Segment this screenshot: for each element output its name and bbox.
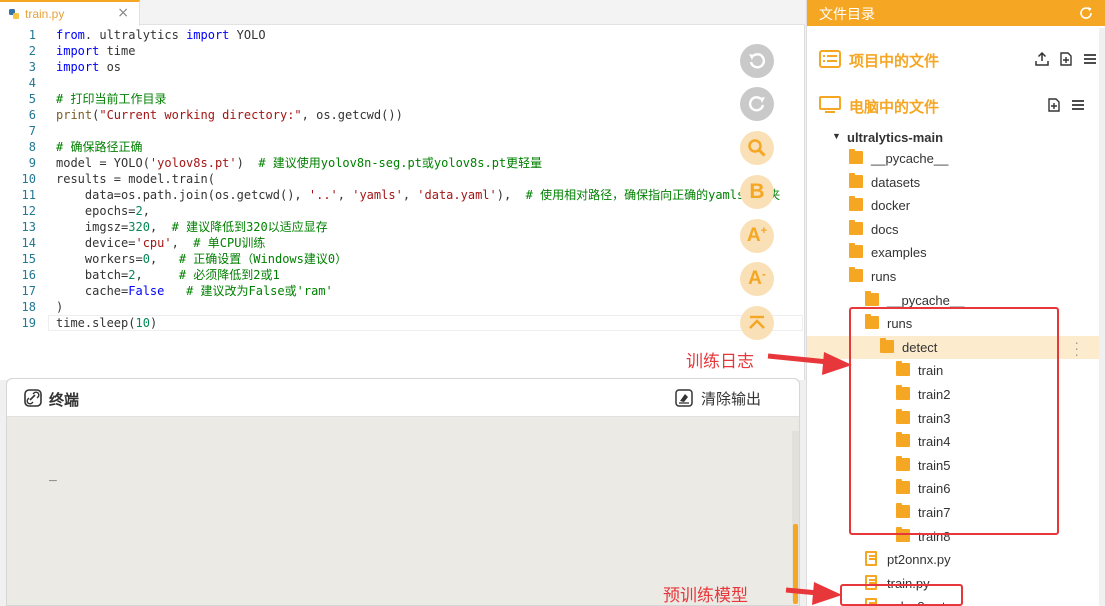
annotation-arrows [767,352,852,605]
ide-window: train.py × 1 from. ultralytics import YOL… [0,0,1105,606]
arrow-to-training-log [767,352,852,375]
arrow-to-pretrained-model [785,582,842,605]
